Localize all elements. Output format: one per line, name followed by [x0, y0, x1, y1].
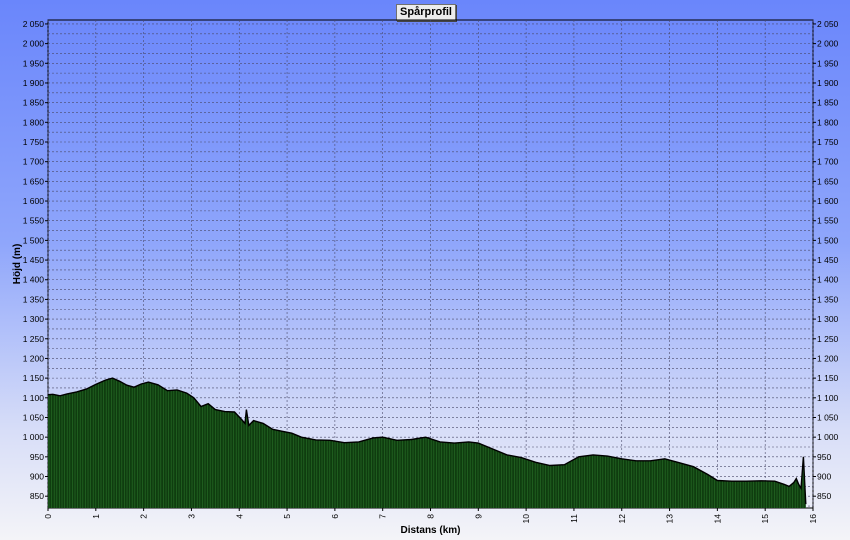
y-tick-label-right: 1 800 [817, 117, 839, 127]
y-axis-left: 2 050 2 000 1 950 1 900 1 850 1 800 1 750 1 700… [23, 19, 48, 501]
y-tick-label: 1 450 [23, 255, 45, 265]
y-tick-label-right: 2 050 [817, 19, 839, 29]
y-tick-label: 1 150 [23, 373, 45, 383]
y-tick-label-right: 950 [817, 452, 831, 462]
y-tick-label-right: 1 950 [817, 58, 839, 68]
y-tick-label: 1 850 [23, 98, 45, 108]
y-tick-label-right: 1 550 [817, 216, 839, 226]
x-axis-label: Distans (km) [400, 525, 460, 536]
x-tick-label: 8 [426, 514, 436, 519]
x-tick-label: 16 [808, 514, 818, 524]
x-tick-label: 12 [617, 514, 627, 524]
y-tick-label-right: 1 450 [817, 255, 839, 265]
y-tick-label-right: 1 700 [817, 157, 839, 167]
x-tick-label: 15 [760, 514, 770, 524]
y-tick-label-right: 1 400 [817, 275, 839, 285]
x-tick-label: 14 [712, 514, 722, 524]
y-tick-label: 900 [30, 472, 44, 482]
y-tick-label-right: 1 250 [817, 334, 839, 344]
y-tick-label: 850 [30, 491, 44, 501]
y-tick-label-right: 1 050 [817, 412, 839, 422]
y-tick-label: 1 650 [23, 176, 45, 186]
x-tick-label: 10 [521, 514, 531, 524]
y-tick-label-right: 850 [817, 491, 831, 501]
x-tick-label: 7 [378, 514, 388, 519]
y-tick-label: 1 700 [23, 157, 45, 167]
y-tick-label: 1 350 [23, 294, 45, 304]
y-tick-label: 1 750 [23, 137, 45, 147]
y-tick-label-right: 1 750 [817, 137, 839, 147]
y-tick-label: 2 050 [23, 19, 45, 29]
elevation-chart: 2 0502 0001 9501 9001 8501 8001 7501 700… [12, 19, 839, 536]
y-tick-label: 1 600 [23, 196, 45, 206]
x-tick-label: 3 [186, 514, 196, 519]
y-tick-label: 1 900 [23, 78, 45, 88]
x-tick-label: 13 [665, 514, 675, 524]
y-tick-label: 950 [30, 452, 44, 462]
x-tick-label: 9 [473, 514, 483, 519]
y-tick-label: 2 000 [23, 39, 45, 49]
y-axis-label: Höjd (m) [12, 244, 23, 285]
x-tick-label: 11 [569, 514, 579, 523]
y-axis-right: 2 050 2 000 1 950 1 900 1 850 1 800 1 750 1 700… [813, 19, 839, 501]
x-tick-label: 1 [91, 514, 101, 519]
y-tick-label-right: 1 600 [817, 196, 839, 206]
y-tick-label: 1 300 [23, 314, 45, 324]
y-tick-label-right: 1 900 [817, 78, 839, 88]
y-tick-label-right: 1 100 [817, 393, 839, 403]
y-tick-label-right: 1 350 [817, 294, 839, 304]
y-tick-label: 1 200 [23, 353, 45, 363]
elevation-area [47, 377, 807, 508]
x-tick-label: 0 [43, 514, 53, 519]
y-tick-label-right: 1 200 [817, 353, 839, 363]
y-tick-label-right: 1 650 [817, 176, 839, 186]
y-tick-label-right: 1 150 [817, 373, 839, 383]
y-tick-label: 1 100 [23, 393, 45, 403]
y-tick-label: 1 950 [23, 58, 45, 68]
y-tick-label-right: 1 850 [817, 98, 839, 108]
y-tick-label-right: 2 000 [817, 39, 839, 49]
y-tick-label: 1 500 [23, 235, 45, 245]
y-tick-label: 1 250 [23, 334, 45, 344]
y-tick-label-right: 1 500 [817, 235, 839, 245]
y-tick-label: 1 000 [23, 432, 45, 442]
y-tick-label: 1 050 [23, 412, 45, 422]
y-tick-label-right: 1 000 [817, 432, 839, 442]
y-tick-label: 1 550 [23, 216, 45, 226]
y-tick-label-right: 1 300 [817, 314, 839, 324]
x-tick-label: 5 [282, 514, 292, 519]
y-tick-label: 1 400 [23, 275, 45, 285]
x-axis: 0 1 2 3 4 5 6 7 8 9 10 11 12 13 14 15 16 [43, 508, 818, 523]
y-tick-label-right: 900 [817, 472, 831, 482]
y-tick-label: 1 800 [23, 117, 45, 127]
x-tick-label: 4 [234, 514, 244, 519]
x-tick-label: 6 [330, 514, 340, 519]
x-tick-label: 2 [139, 514, 149, 519]
